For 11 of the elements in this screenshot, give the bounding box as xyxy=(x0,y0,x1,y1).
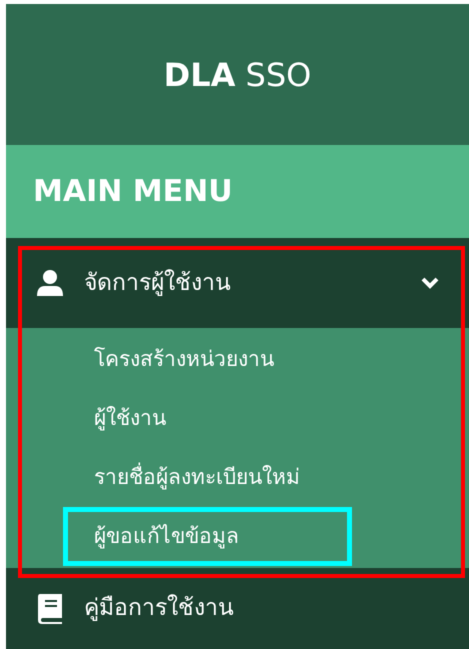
submenu-item[interactable]: ผู้ขอแก้ไขข้อมูล xyxy=(63,507,352,566)
brand-title: DLA SSO xyxy=(164,54,312,96)
submenu-item[interactable]: โครงสร้างหน่วยงาน xyxy=(63,330,352,389)
chevron-icon xyxy=(421,277,439,289)
book-icon xyxy=(36,592,64,624)
menu-item[interactable]: จัดการผู้ใช้งาน xyxy=(6,238,469,328)
menu-item[interactable]: คู่มือการใช้งาน xyxy=(6,568,469,649)
user-icon xyxy=(36,269,64,297)
submenu-item[interactable]: ผู้ใช้งาน xyxy=(63,389,352,448)
submenu-item[interactable]: รายชื่อผู้ลงทะเบียนใหม่ xyxy=(63,448,352,507)
section-title: MAIN MENU xyxy=(33,173,233,211)
